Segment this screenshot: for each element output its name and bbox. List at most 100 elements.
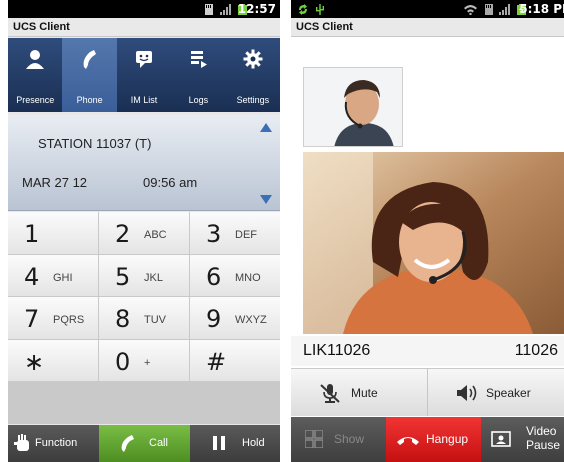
key-9[interactable]: 9 WXYZ: [190, 297, 280, 339]
key-digit: #: [206, 347, 227, 376]
tab-presence[interactable]: Presence: [8, 38, 62, 112]
handset-icon: [83, 50, 96, 69]
status-bar: 12:57: [8, 0, 280, 18]
tab-label: Presence: [16, 95, 55, 105]
key-letters: WXYZ: [235, 314, 267, 327]
caller-number: 11026: [514, 342, 558, 359]
key-letters: GHI: [53, 271, 73, 284]
call-label: Call: [149, 437, 168, 449]
action-bar: Function Call Hold: [8, 425, 280, 462]
caller-avatar-image: [304, 68, 402, 146]
tab-logs[interactable]: Logs: [171, 38, 225, 112]
key-digit: 0: [115, 347, 131, 376]
bottom-bar: Show Hangup Video Pause: [291, 417, 564, 462]
scroll-down-arrow-icon[interactable]: [260, 195, 272, 204]
signal-icon: [499, 4, 510, 15]
key-0[interactable]: 0 +: [99, 339, 189, 382]
video-feed: [303, 152, 564, 334]
key-digit: 1: [24, 220, 40, 248]
wifi-icon: [464, 5, 477, 15]
tab-label: Phone: [76, 95, 103, 105]
sync-icon: [299, 4, 307, 15]
app-title: UCS Client: [291, 18, 564, 37]
mute-label: Mute: [351, 386, 378, 400]
nav-tabs: Presence Phone IM List Logs Settings: [8, 38, 280, 112]
chat-icon: [136, 51, 153, 68]
pause-icon: [213, 436, 225, 450]
function-button[interactable]: Function: [8, 425, 99, 462]
tab-phone[interactable]: Phone: [62, 38, 117, 112]
station-panel: STATION 11037 (T) MAR 27 12 09:56 am: [8, 115, 280, 211]
sd-card-icon: [205, 4, 213, 15]
dial-keypad: 1 2 ABC 3 DEF 4 GHI 5 JKL 6 MNO 7 PQRS 8 TUV 9W…: [8, 212, 280, 424]
key-4[interactable]: 4 GHI: [8, 254, 98, 297]
logs-icon: [191, 51, 208, 68]
call-controls: Mute Speaker: [291, 368, 564, 416]
tab-label: Settings: [236, 95, 270, 105]
key-letters: JKL: [144, 271, 163, 284]
key-hash[interactable]: #: [190, 339, 280, 382]
caller-name: LIK11026: [303, 342, 371, 359]
usb-icon: [316, 4, 324, 15]
video-feed-image: [303, 152, 564, 334]
video-icon: [491, 431, 511, 447]
tab-label: IM List: [130, 95, 158, 105]
station-date: MAR 27 12: [22, 175, 88, 190]
key-star[interactable]: ∗: [8, 339, 98, 382]
key-letters: DEF: [235, 229, 257, 241]
hangup-button[interactable]: Hangup: [386, 417, 481, 462]
show-button[interactable]: Show: [291, 417, 386, 462]
tab-label: Logs: [188, 95, 209, 105]
key-digit: 4: [24, 262, 40, 291]
hand-icon: [14, 434, 29, 451]
key-letters: PQRS: [53, 314, 85, 327]
sd-card-icon: [485, 4, 493, 15]
handset-icon: [121, 435, 134, 452]
caller-avatar: [303, 67, 403, 147]
key-digit: 5: [115, 262, 131, 291]
key-letters: ABC: [144, 229, 167, 241]
key-letters: MNO: [235, 271, 261, 284]
show-label: Show: [334, 432, 365, 446]
hangup-icon: [397, 437, 419, 445]
key-8[interactable]: 8 TUV: [99, 297, 189, 339]
tab-settings[interactable]: Settings: [226, 38, 280, 112]
key-1[interactable]: 1: [8, 212, 98, 254]
mute-button[interactable]: Mute: [291, 369, 428, 416]
tab-im-list[interactable]: IM List: [117, 38, 171, 112]
status-time: 5:18 PM: [519, 2, 564, 16]
status-time: 12:57: [237, 2, 276, 16]
mute-mic-icon: [320, 384, 340, 403]
speaker-icon: [457, 385, 477, 401]
key-digit: 8: [115, 305, 131, 334]
key-letters: TUV: [144, 314, 166, 327]
speaker-label: Speaker: [486, 386, 531, 400]
key-5[interactable]: 5 JKL: [99, 254, 189, 297]
call-button[interactable]: Call: [99, 425, 190, 462]
person-icon: [26, 50, 45, 69]
app-title: UCS Client: [8, 18, 280, 37]
key-digit: 7: [24, 305, 40, 334]
signal-icon: [220, 4, 231, 15]
caller-info: LIK11026 11026: [291, 336, 564, 366]
station-name: STATION 11037 (T): [38, 136, 152, 151]
key-7[interactable]: 7 PQRS: [8, 297, 98, 339]
video-pause-button[interactable]: Video Pause: [481, 417, 564, 462]
speaker-button[interactable]: Speaker: [428, 369, 564, 416]
key-3[interactable]: 3 DEF: [190, 212, 280, 254]
hangup-label: Hangup: [426, 432, 469, 446]
right-phone-screen: 5:18 PM UCS Client: [291, 0, 564, 462]
key-digit: 9: [206, 305, 222, 334]
hold-label: Hold: [242, 437, 265, 449]
station-time: 09:56 am: [143, 175, 198, 190]
function-label: Function: [35, 437, 78, 449]
left-phone-screen: 12:57 UCS Client Presence Phone IM List …: [8, 0, 280, 462]
key-6[interactable]: 6 MNO: [190, 254, 280, 297]
scroll-up-arrow-icon[interactable]: [260, 123, 272, 132]
key-digit: 6: [206, 262, 222, 291]
key-letters: +: [144, 356, 151, 369]
key-2[interactable]: 2 ABC: [99, 212, 189, 254]
key-digit: 2: [115, 220, 131, 248]
key-digit: ∗: [24, 347, 45, 376]
hold-button[interactable]: Hold: [190, 425, 280, 462]
